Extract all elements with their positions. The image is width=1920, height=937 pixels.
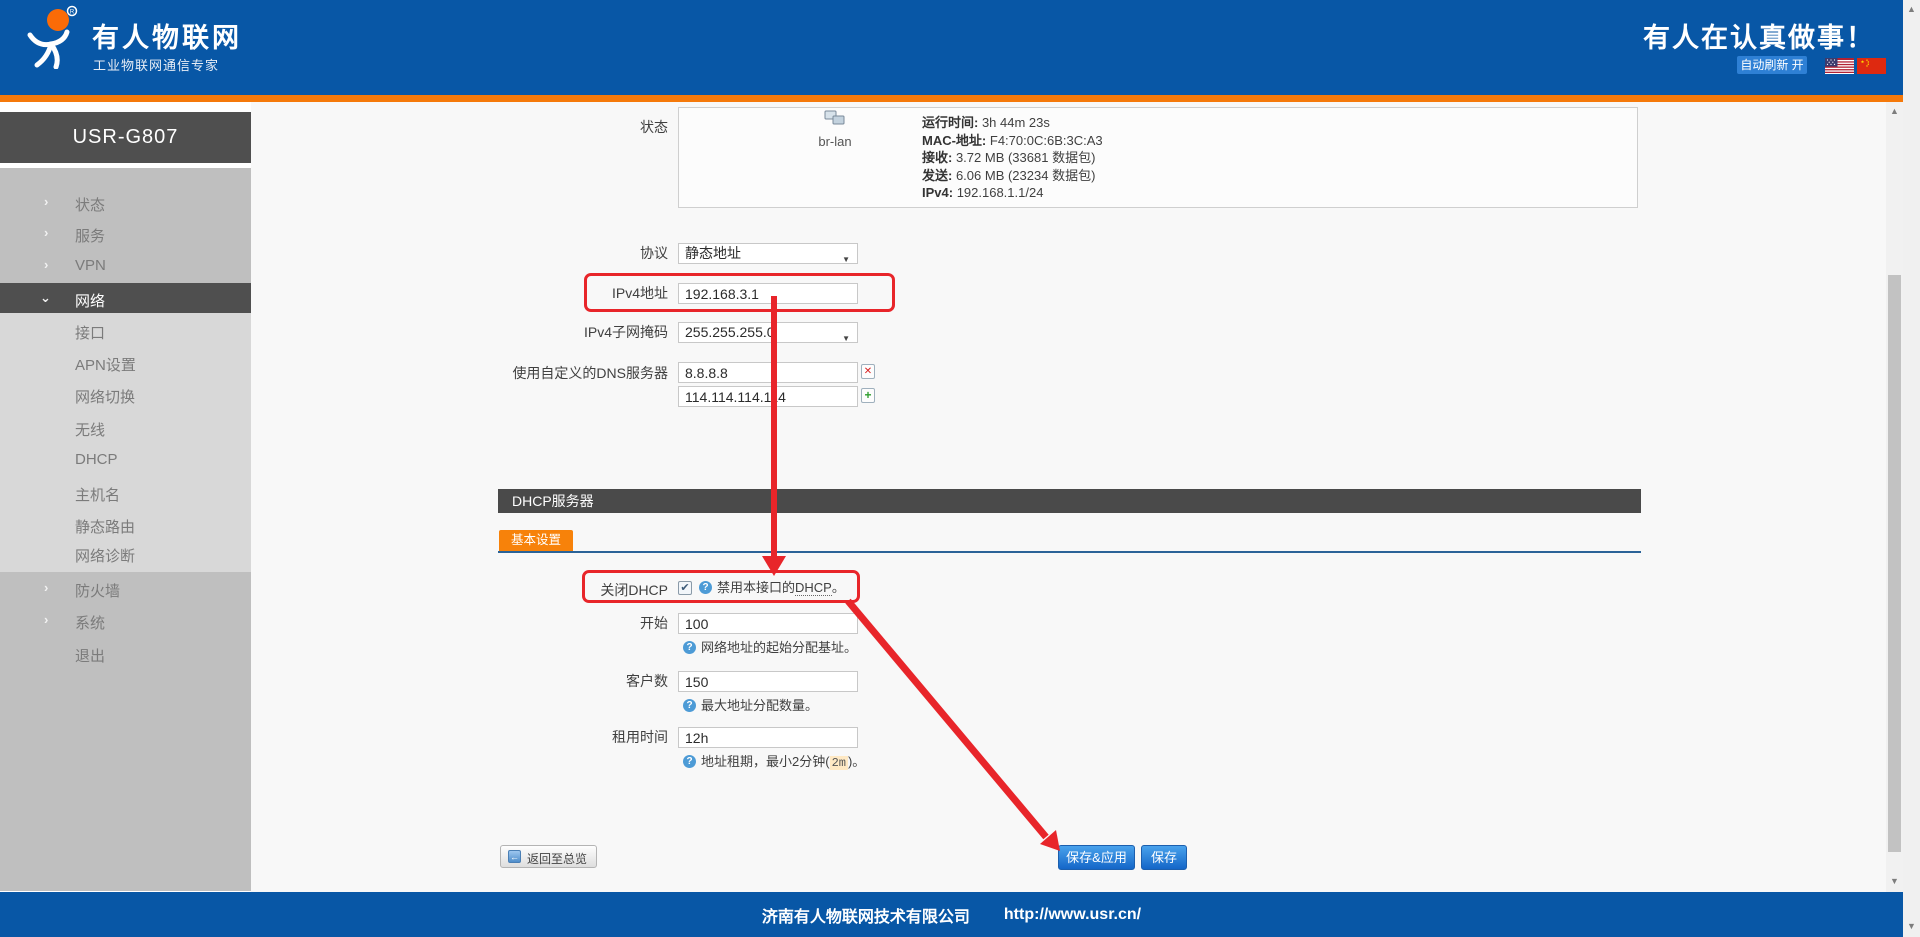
dhcp-start-input[interactable] — [678, 613, 858, 634]
status-rx: 接收: 3.72 MB (33681 数据包) — [922, 149, 1103, 167]
help-icon: ? — [683, 755, 696, 768]
save-button[interactable]: 保存 — [1141, 845, 1187, 870]
auto-refresh-toggle[interactable]: 自动刷新 开 — [1737, 56, 1807, 74]
sidebar-item-static-routes[interactable]: 静态路由 — [0, 514, 251, 536]
protocol-select[interactable]: 静态地址▼ — [678, 243, 858, 264]
footer-company: 济南有人物联网技术有限公司 — [762, 903, 970, 927]
status-mac: MAC-地址: F4:70:0C:6B:3C:A3 — [922, 132, 1103, 150]
sidebar-item-apn-settings[interactable]: APN设置 — [0, 352, 251, 374]
help-icon: ? — [683, 699, 696, 712]
disable-dhcp-help: 禁用本接口的DHCP。 — [717, 580, 845, 596]
sidebar-item-dhcp[interactable]: DHCP — [0, 449, 251, 471]
scroll-up-icon[interactable]: ▲ — [1903, 4, 1920, 14]
min-lease-code: 2m — [830, 756, 848, 770]
dhcp-abbr: DHCP — [795, 580, 832, 596]
brand-title: 有人物联网 — [92, 16, 242, 55]
tab-basic-settings[interactable]: 基本设置 — [499, 530, 573, 551]
chevron-right-icon: › — [44, 257, 48, 272]
dhcp-start-help: 网络地址的起始分配基址。 — [701, 640, 857, 656]
back-to-overview-button[interactable]: ← 返回至总览 — [500, 845, 597, 868]
interface-name: br-lan — [790, 134, 880, 149]
sidebar-item-network[interactable]: ⌄网络 — [0, 288, 251, 310]
protocol-label: 协议 — [400, 243, 668, 263]
header-accent-bar — [0, 95, 1903, 102]
dhcp-leasetime-label: 租用时间 — [400, 727, 668, 747]
sidebar-item-logout[interactable]: 退出 — [0, 643, 251, 665]
interface-column: br-lan — [790, 110, 880, 149]
dns-input-2[interactable] — [678, 386, 858, 407]
page-footer: 济南有人物联网技术有限公司 http://www.usr.cn/ — [0, 892, 1903, 937]
dhcp-limit-help: 最大地址分配数量。 — [701, 698, 818, 714]
sidebar-item-status[interactable]: ›状态 — [0, 192, 251, 214]
custom-dns-label: 使用自定义的DNS服务器 — [400, 363, 668, 383]
sidebar-item-system[interactable]: ›系统 — [0, 610, 251, 632]
dns-input-1[interactable] — [678, 362, 858, 383]
dhcp-start-label: 开始 — [400, 613, 668, 633]
window-scrollbar-track[interactable] — [1903, 0, 1920, 937]
interface-status-details: 运行时间: 3h 44m 23s MAC-地址: F4:70:0C:6B:3C:… — [922, 114, 1103, 202]
sidebar-item-firewall[interactable]: ›防火墙 — [0, 578, 251, 600]
chevron-right-icon: › — [44, 580, 48, 595]
dropdown-caret-icon: ▼ — [842, 329, 850, 348]
device-model-title: USR-G807 — [0, 112, 251, 163]
disable-dhcp-label: 关闭DHCP — [400, 580, 668, 600]
tab-underline — [498, 551, 1641, 553]
back-arrow-icon: ← — [508, 850, 521, 863]
sidebar-item-network-switch[interactable]: 网络切换 — [0, 384, 251, 406]
dhcp-limit-input[interactable] — [678, 671, 858, 692]
dns-remove-icon[interactable]: ✕ — [861, 364, 875, 379]
ipv4-address-input[interactable] — [678, 283, 858, 304]
status-label: 状态 — [400, 117, 668, 137]
chevron-right-icon: › — [44, 194, 48, 209]
sidebar-item-diagnostics[interactable]: 网络诊断 — [0, 543, 251, 565]
sidebar-item-interfaces[interactable]: 接口 — [0, 320, 251, 342]
status-uptime: 运行时间: 3h 44m 23s — [922, 114, 1103, 132]
chevron-right-icon: › — [44, 612, 48, 627]
save-apply-button[interactable]: 保存&应用 — [1058, 845, 1135, 870]
dhcp-limit-label: 客户数 — [400, 671, 668, 691]
ipv4-address-label: IPv4地址 — [400, 283, 668, 303]
sidebar-item-hostname[interactable]: 主机名 — [0, 482, 251, 504]
sidebar-item-vpn[interactable]: ›VPN — [0, 255, 251, 277]
netmask-label: IPv4子网掩码 — [400, 322, 668, 342]
bridge-interface-icon — [824, 110, 846, 126]
sidebar-item-wireless[interactable]: 无线 — [0, 417, 251, 439]
router-admin-page: R 有人物联网 工业物联网通信专家 有人在认真做事！ 自动刷新 开 USR-G8… — [0, 0, 1920, 937]
language-chinese-flag-icon[interactable] — [1857, 58, 1886, 74]
disable-dhcp-checkbox[interactable]: ✔ — [678, 581, 692, 595]
chevron-right-icon: › — [44, 225, 48, 240]
sidebar-item-services[interactable]: ›服务 — [0, 223, 251, 245]
help-icon: ? — [699, 581, 712, 594]
svg-text:R: R — [70, 10, 75, 16]
brand-subtitle: 工业物联网通信专家 — [93, 55, 219, 74]
dns-add-icon[interactable]: + — [861, 388, 875, 403]
dhcp-leasetime-help: 地址租期，最小2分钟(2m)。 — [701, 754, 865, 770]
footer-url-link[interactable]: http://www.usr.cn/ — [1004, 906, 1141, 924]
status-tx: 发送: 6.06 MB (23234 数据包) — [922, 167, 1103, 185]
content-scrollbar-thumb[interactable] — [1888, 275, 1901, 852]
top-header: R 有人物联网 工业物联网通信专家 有人在认真做事！ 自动刷新 开 — [0, 0, 1903, 95]
help-icon: ? — [683, 641, 696, 654]
dropdown-caret-icon: ▼ — [842, 250, 850, 269]
header-slogan: 有人在认真做事！ — [1643, 16, 1875, 55]
status-ipv4: IPv4: 192.168.1.1/24 — [922, 184, 1103, 202]
chevron-down-icon: ⌄ — [40, 290, 51, 306]
content-scroll-down-icon[interactable]: ▼ — [1886, 876, 1903, 886]
language-english-flag-icon[interactable] — [1825, 58, 1854, 74]
scroll-down-icon[interactable]: ▼ — [1903, 921, 1920, 931]
usr-logo-icon: R — [20, 5, 78, 69]
content-scroll-up-icon[interactable]: ▲ — [1886, 106, 1903, 116]
dhcp-leasetime-input[interactable] — [678, 727, 858, 748]
netmask-select[interactable]: 255.255.255.0▼ — [678, 322, 858, 343]
dhcp-section-header: DHCP服务器 — [498, 489, 1641, 513]
